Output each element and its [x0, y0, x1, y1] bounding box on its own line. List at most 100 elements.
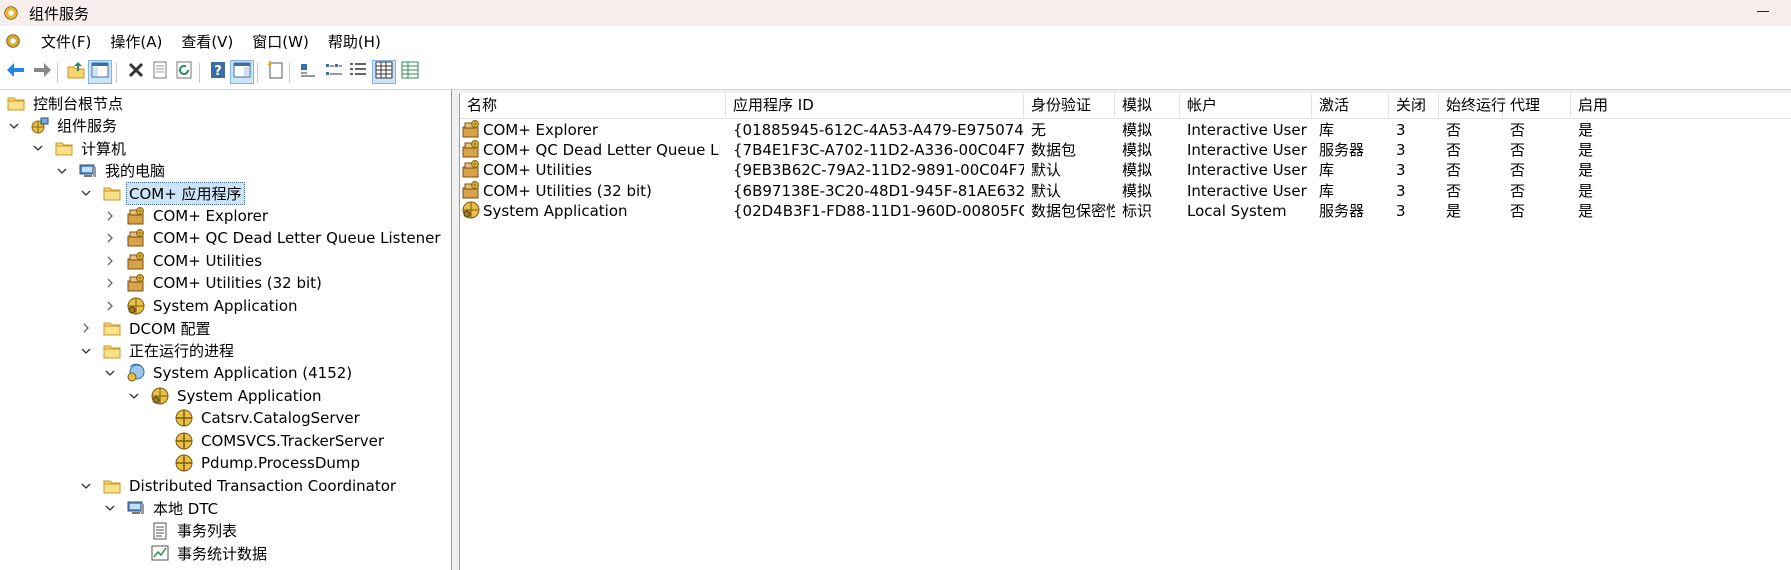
- tree-item[interactable]: System Application (4152): [104, 362, 355, 384]
- column-header[interactable]: 模拟: [1115, 93, 1180, 118]
- new-application-button[interactable]: [264, 60, 288, 84]
- tree-item[interactable]: System Application: [104, 295, 301, 317]
- column-header[interactable]: 代理: [1503, 93, 1571, 118]
- up-one-level-button[interactable]: [64, 60, 88, 84]
- table-row[interactable]: COM+ Utilities (32 bit) {6B97138E-3C20-48…: [460, 180, 1791, 202]
- cell-text: 3: [1396, 161, 1406, 180]
- help-button[interactable]: ?: [206, 60, 230, 84]
- tree-item-label: 事务列表: [177, 522, 238, 540]
- properties-button[interactable]: [148, 60, 172, 84]
- large-buttons-view-icon[interactable]: [296, 60, 320, 84]
- refresh-button[interactable]: [172, 60, 196, 84]
- show-hide-console-tree-button[interactable]: [88, 60, 112, 84]
- forward-button[interactable]: [30, 60, 54, 84]
- tree-item[interactable]: Catsrv.CatalogServer: [152, 407, 363, 429]
- column-header[interactable]: 名称: [460, 93, 726, 118]
- tree-item[interactable]: COM+ Explorer: [104, 205, 271, 227]
- table-cell: 数据包保密性: [1024, 200, 1115, 222]
- detail-view-button[interactable]: [372, 60, 396, 84]
- menu-file[interactable]: 文件(F): [32, 31, 101, 52]
- table-row[interactable]: COM+ QC Dead Letter Queue Listener {7B4E1…: [460, 139, 1791, 161]
- chevron-right-icon[interactable]: [80, 322, 92, 334]
- tree-item[interactable]: 组件服务: [8, 115, 120, 137]
- tree-item[interactable]: COM+ 应用程序: [80, 181, 245, 205]
- table-cell: 否: [1439, 119, 1503, 141]
- system-app-icon: [150, 386, 170, 406]
- table-cell: 3: [1389, 159, 1439, 181]
- tree-item[interactable]: COM+ QC Dead Letter Queue Listener: [104, 227, 444, 249]
- cell-text: 3: [1396, 121, 1406, 139]
- table-row[interactable]: COM+ Utilities {9EB3B62C-79A2-11D2-9891-0…: [460, 159, 1791, 181]
- chevron-right-icon[interactable]: [104, 232, 116, 244]
- tree-item[interactable]: 事务列表: [128, 520, 240, 542]
- tree-item[interactable]: COM+ Utilities (32 bit): [104, 272, 325, 294]
- cell-text: {7B4E1F3C-A702-11D2-A336-00C04F7978E0}: [733, 141, 1024, 160]
- cell-text: 否: [1510, 161, 1526, 180]
- column-header[interactable]: 关闭: [1389, 93, 1439, 118]
- chevron-down-icon[interactable]: [104, 367, 116, 379]
- chevron-down-icon[interactable]: [104, 502, 116, 514]
- cell-text: 服务器: [1319, 201, 1365, 220]
- chevron-down-icon[interactable]: [80, 480, 92, 492]
- chevron-down-icon[interactable]: [80, 187, 92, 199]
- tree-item[interactable]: Distributed Transaction Coordinator: [80, 475, 399, 497]
- tree-item[interactable]: 我的电脑: [56, 160, 168, 182]
- menu-view[interactable]: 查看(V): [172, 31, 243, 52]
- table-cell: 模拟: [1115, 119, 1180, 141]
- tree-item[interactable]: System Application: [128, 385, 325, 407]
- folder-icon: [102, 183, 122, 203]
- status-view-button[interactable]: [398, 60, 422, 84]
- list-view-button[interactable]: [346, 60, 370, 84]
- delete-button[interactable]: [124, 60, 148, 84]
- table-cell: {02D4B3F1-FD88-11D1-960D-00805FC79235}: [726, 200, 1024, 222]
- back-button[interactable]: [4, 60, 28, 84]
- menu-action[interactable]: 操作(A): [101, 31, 172, 52]
- chevron-right-icon[interactable]: [104, 300, 116, 312]
- column-header[interactable]: 帐户: [1180, 93, 1312, 118]
- column-header[interactable]: 启用: [1571, 93, 1791, 118]
- chevron-down-icon[interactable]: [56, 165, 68, 177]
- chevron-down-icon[interactable]: [8, 120, 20, 132]
- table-cell: 标识: [1115, 200, 1180, 222]
- toolbar-separator: [257, 63, 258, 83]
- com-app-icon: [126, 273, 146, 293]
- table-row[interactable]: System Application {02D4B3F1-FD88-11D1-96…: [460, 200, 1791, 222]
- table-cell: 否: [1439, 139, 1503, 161]
- column-header[interactable]: 应用程序 ID: [726, 93, 1024, 118]
- tree-item[interactable]: COM+ Utilities: [104, 250, 265, 272]
- column-header[interactable]: 激活: [1312, 93, 1389, 118]
- tree-item[interactable]: DCOM 配置: [80, 317, 214, 339]
- folder-icon: [102, 341, 122, 361]
- table-row[interactable]: COM+ Explorer {01885945-612C-4A53-A479-E9…: [460, 119, 1791, 141]
- tree-item[interactable]: Pdump.ProcessDump: [152, 452, 363, 474]
- tree-item[interactable]: COMSVCS.TrackerServer: [152, 430, 387, 452]
- column-header[interactable]: 始终运行: [1439, 93, 1506, 118]
- tree-item[interactable]: 计算机: [32, 137, 129, 159]
- cell-text: 数据包保密性: [1031, 201, 1115, 220]
- column-header[interactable]: 身份验证: [1024, 93, 1115, 118]
- chevron-down-icon[interactable]: [32, 142, 44, 154]
- tree-item[interactable]: 事务统计数据: [128, 542, 270, 564]
- menu-window[interactable]: 窗口(W): [243, 31, 319, 52]
- small-buttons-view-icon[interactable]: [322, 60, 346, 84]
- show-hide-action-pane-button[interactable]: [230, 60, 254, 84]
- minimize-button[interactable]: [1757, 11, 1769, 12]
- mmc-icon[interactable]: [4, 32, 22, 50]
- cell-text: 否: [1510, 201, 1526, 220]
- tree-item[interactable]: 本地 DTC: [104, 497, 221, 519]
- menu-help[interactable]: 帮助(H): [319, 31, 391, 52]
- tree-item[interactable]: 正在运行的进程: [80, 340, 237, 362]
- tree-item[interactable]: 控制台根节点: [6, 92, 126, 114]
- chevron-right-icon[interactable]: [104, 277, 116, 289]
- cell-text: 否: [1510, 181, 1526, 200]
- table-cell: 数据包: [1024, 139, 1115, 161]
- chevron-right-icon[interactable]: [104, 210, 116, 222]
- detail-view-icon: [374, 60, 394, 84]
- cell-text: 库: [1319, 181, 1335, 200]
- pane-splitter[interactable]: [452, 90, 459, 570]
- component-services-icon: [2, 4, 20, 22]
- chevron-right-icon[interactable]: [104, 255, 116, 267]
- chevron-down-icon[interactable]: [80, 345, 92, 357]
- chevron-down-icon[interactable]: [128, 390, 140, 402]
- tree-item-label: COM+ 应用程序: [126, 181, 245, 205]
